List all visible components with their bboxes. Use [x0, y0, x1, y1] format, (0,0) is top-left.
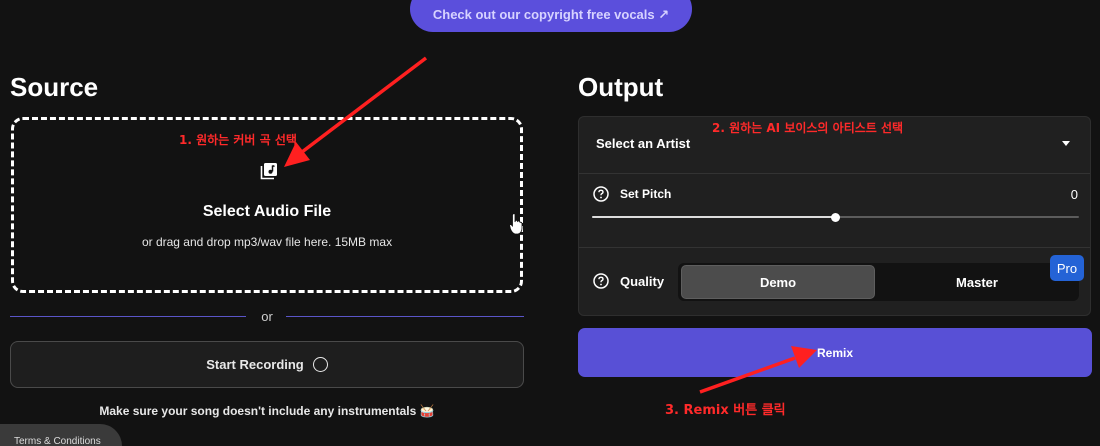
panel-divider [579, 173, 1090, 174]
remix-label: Remix [816, 345, 854, 360]
panel-divider [579, 247, 1090, 248]
quality-toggle: Demo Master [678, 263, 1079, 301]
divider-line-right [286, 316, 524, 317]
dropzone-subtitle: or drag and drop mp3/wav file here. 15MB… [141, 235, 393, 249]
quality-option-master[interactable]: Master [879, 265, 1075, 299]
terms-conditions-link[interactable]: Terms & Conditions [0, 424, 122, 446]
pro-badge: Pro [1050, 255, 1084, 281]
hand-cursor-icon [509, 213, 523, 235]
output-title: Output [578, 72, 664, 102]
dropzone-title: Select Audio File [202, 203, 332, 220]
output-settings-panel: Select an Artist Set Pitch 0 Quality Dem… [578, 116, 1091, 316]
music-library-icon [260, 163, 277, 180]
help-icon[interactable] [593, 186, 609, 202]
pitch-slider-fill [592, 216, 836, 218]
quality-label: Quality [620, 274, 665, 289]
annotation-step3: 3. Remix 버튼 클릭 [665, 403, 786, 418]
quality-option-demo[interactable]: Demo [681, 265, 875, 299]
annotation-step1: 1. 원하는 커버 곡 선택 [179, 133, 297, 147]
help-icon[interactable] [593, 273, 609, 289]
terms-label: Terms & Conditions [14, 436, 101, 446]
artist-select-value: Select an Artist [596, 136, 691, 151]
source-title: Source [10, 72, 99, 102]
start-recording-button[interactable]: Start Recording [10, 341, 524, 388]
set-pitch-label: Set Pitch [620, 187, 672, 201]
circle-icon [312, 357, 328, 372]
copyright-free-vocals-banner[interactable]: Check out our copyright free vocals ↗ [410, 0, 692, 32]
pitch-slider[interactable] [592, 212, 1079, 222]
banner-label: Check out our copyright free vocals ↗ [432, 7, 670, 22]
annotation-step2: 2. 원하는 AI 보이스의 아티스트 선택 [712, 121, 904, 135]
remix-button[interactable]: Remix [578, 328, 1092, 377]
start-recording-label: Start Recording [206, 357, 304, 372]
pitch-value: 0 [1070, 187, 1078, 202]
pitch-slider-thumb[interactable] [831, 212, 840, 222]
caret-down-icon [1062, 141, 1070, 146]
or-divider: or [10, 307, 524, 327]
instrumentals-note: Make sure your song doesn't include any … [99, 404, 435, 418]
